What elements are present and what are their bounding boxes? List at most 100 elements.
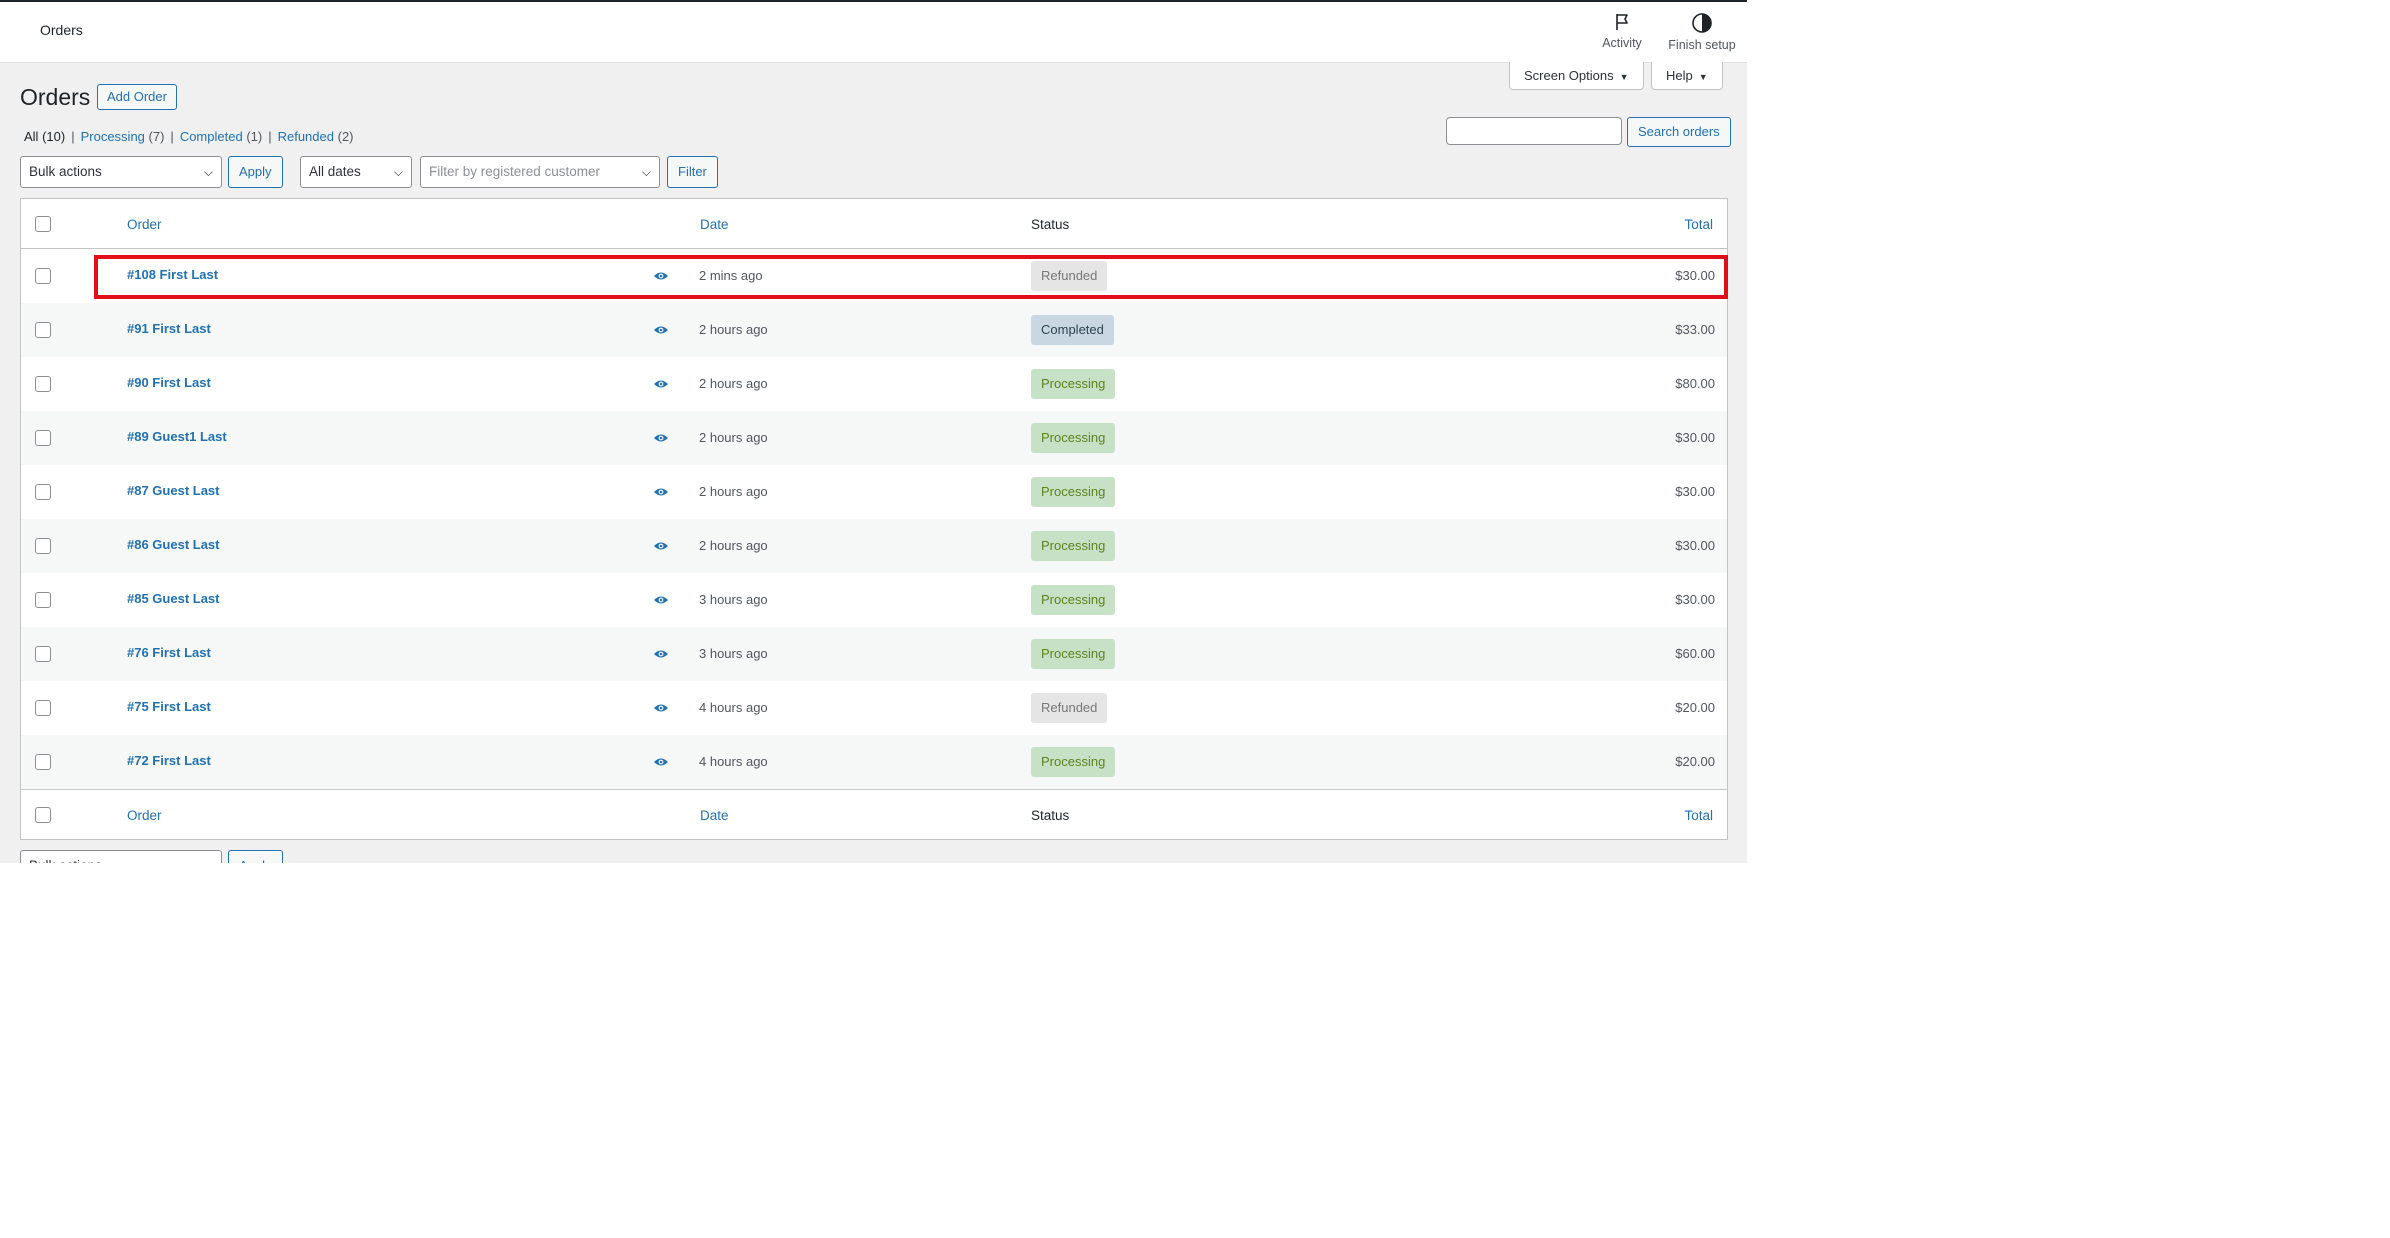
row-checkbox[interactable] — [35, 754, 51, 770]
table-row[interactable]: #87 Guest Last 2 hours ago Processing $30.0… — [21, 465, 1727, 519]
bulk-actions-select[interactable]: Bulk actions ⌵ — [20, 156, 222, 188]
row-checkbox[interactable] — [35, 430, 51, 446]
add-order-button[interactable]: Add Order — [97, 84, 177, 110]
footer-date-sort[interactable]: Date — [700, 808, 729, 823]
flag-icon — [1616, 14, 1628, 30]
row-checkbox[interactable] — [35, 538, 51, 554]
row-checkbox[interactable] — [35, 484, 51, 500]
search-orders-button[interactable]: Search orders — [1627, 117, 1731, 147]
customer-filter-select[interactable]: Filter by registered customer ⌵ — [420, 156, 660, 188]
order-total: $30.00 — [1675, 592, 1715, 607]
status-badge: Refunded — [1031, 693, 1108, 723]
order-total: $30.00 — [1675, 484, 1715, 499]
help-button[interactable]: Help ▼ — [1651, 62, 1723, 90]
triangle-down-icon: ▼ — [1619, 72, 1629, 82]
order-link[interactable]: #76 First Last — [127, 645, 211, 660]
apply-button-bottom[interactable]: Apply — [228, 850, 283, 863]
column-status: Status — [1031, 217, 1070, 232]
activity-button[interactable]: Activity — [1582, 12, 1662, 50]
order-total: $60.00 — [1675, 646, 1715, 661]
eye-icon[interactable] — [653, 323, 669, 337]
order-date: 2 mins ago — [699, 268, 763, 283]
status-filter-links: All (10) | Processing (7) | Completed (1) | Re… — [24, 129, 354, 144]
status-badge: Processing — [1031, 747, 1116, 777]
bulk-actions-select-bottom[interactable]: Bulk actions⌵ — [20, 850, 222, 863]
order-link[interactable]: #85 Guest Last — [127, 591, 220, 606]
half-circle-icon — [1692, 13, 1712, 33]
status-badge: Processing — [1031, 531, 1116, 561]
view-all-link[interactable]: All (10) — [24, 129, 65, 144]
eye-icon[interactable] — [653, 539, 669, 553]
row-checkbox[interactable] — [35, 376, 51, 392]
eye-icon[interactable] — [653, 377, 669, 391]
order-date: 2 hours ago — [699, 322, 768, 337]
eye-icon[interactable] — [653, 431, 669, 445]
view-completed-link[interactable]: Completed (1) — [180, 129, 262, 144]
table-row[interactable]: #85 Guest Last 3 hours ago Processing $30.0… — [21, 573, 1727, 627]
header-title: Orders — [40, 22, 83, 38]
order-date: 2 hours ago — [699, 376, 768, 391]
apply-button[interactable]: Apply — [228, 156, 283, 188]
order-link[interactable]: #86 Guest Last — [127, 537, 220, 552]
table-row[interactable]: #108 First Last 2 mins ago Refunded $30.00 — [21, 249, 1727, 303]
status-badge: Completed — [1031, 315, 1114, 345]
order-total: $20.00 — [1675, 754, 1715, 769]
column-order-sort[interactable]: Order — [127, 217, 162, 232]
table-row[interactable]: #72 First Last 4 hours ago Processing $20.0… — [21, 735, 1727, 789]
order-total: $30.00 — [1675, 268, 1715, 283]
search-orders-input[interactable] — [1446, 117, 1622, 145]
table-row[interactable]: #86 Guest Last 2 hours ago Processing $30.0… — [21, 519, 1727, 573]
row-checkbox[interactable] — [35, 592, 51, 608]
finish-setup-label: Finish setup — [1668, 38, 1736, 52]
order-link[interactable]: #87 Guest Last — [127, 483, 220, 498]
orders-table: Order Date Status Total #108 First Last 2… — [20, 198, 1728, 840]
chevron-down-icon: ⌵ — [204, 851, 213, 863]
filter-button[interactable]: Filter — [667, 156, 718, 188]
order-date: 3 hours ago — [699, 592, 768, 607]
row-checkbox[interactable] — [35, 700, 51, 716]
order-link[interactable]: #90 First Last — [127, 375, 211, 390]
activity-label: Activity — [1602, 36, 1642, 50]
order-link[interactable]: #72 First Last — [127, 753, 211, 768]
select-all-checkbox[interactable] — [35, 216, 51, 232]
row-checkbox[interactable] — [35, 268, 51, 284]
order-total: $80.00 — [1675, 376, 1715, 391]
column-date-sort[interactable]: Date — [700, 217, 729, 232]
date-filter-select[interactable]: All dates ⌵ — [300, 156, 412, 188]
eye-icon[interactable] — [653, 701, 669, 715]
table-row[interactable]: #89 Guest1 Last 2 hours ago Processing $30.… — [21, 411, 1727, 465]
finish-setup-button[interactable]: Finish setup — [1662, 12, 1742, 52]
eye-icon[interactable] — [653, 593, 669, 607]
order-total: $30.00 — [1675, 430, 1715, 445]
table-row[interactable]: #76 First Last 3 hours ago Processing $60.0… — [21, 627, 1727, 681]
table-row[interactable]: #90 First Last 2 hours ago Processing $80.0… — [21, 357, 1727, 411]
order-link[interactable]: #89 Guest1 Last — [127, 429, 227, 444]
eye-icon[interactable] — [653, 485, 669, 499]
order-link[interactable]: #108 First Last — [127, 267, 218, 282]
top-header: Orders Activity Finish setup — [0, 2, 1747, 63]
status-badge: Processing — [1031, 477, 1116, 507]
order-date: 2 hours ago — [699, 484, 768, 499]
order-date: 2 hours ago — [699, 430, 768, 445]
eye-icon[interactable] — [653, 755, 669, 769]
table-row[interactable]: #75 First Last 4 hours ago Refunded $20.00 — [21, 681, 1727, 735]
view-refunded-link[interactable]: Refunded (2) — [278, 129, 354, 144]
select-all-checkbox-footer[interactable] — [35, 807, 51, 823]
eye-icon[interactable] — [653, 647, 669, 661]
footer-total-sort[interactable]: Total — [1684, 808, 1713, 823]
order-link[interactable]: #91 First Last — [127, 321, 211, 336]
footer-order-sort[interactable]: Order — [127, 808, 162, 823]
order-date: 2 hours ago — [699, 538, 768, 553]
order-link[interactable]: #75 First Last — [127, 699, 211, 714]
row-checkbox[interactable] — [35, 646, 51, 662]
view-processing-link[interactable]: Processing (7) — [81, 129, 165, 144]
page-title: Orders — [20, 84, 91, 110]
chevron-down-icon: ⌵ — [393, 165, 403, 179]
column-total-sort[interactable]: Total — [1684, 217, 1713, 232]
row-checkbox[interactable] — [35, 322, 51, 338]
footer-status: Status — [1031, 808, 1070, 823]
eye-icon[interactable] — [653, 269, 669, 283]
table-header: Order Date Status Total — [21, 199, 1727, 249]
table-row[interactable]: #91 First Last 2 hours ago Completed $33.00 — [21, 303, 1727, 357]
screen-options-button[interactable]: Screen Options ▼ — [1509, 62, 1644, 90]
